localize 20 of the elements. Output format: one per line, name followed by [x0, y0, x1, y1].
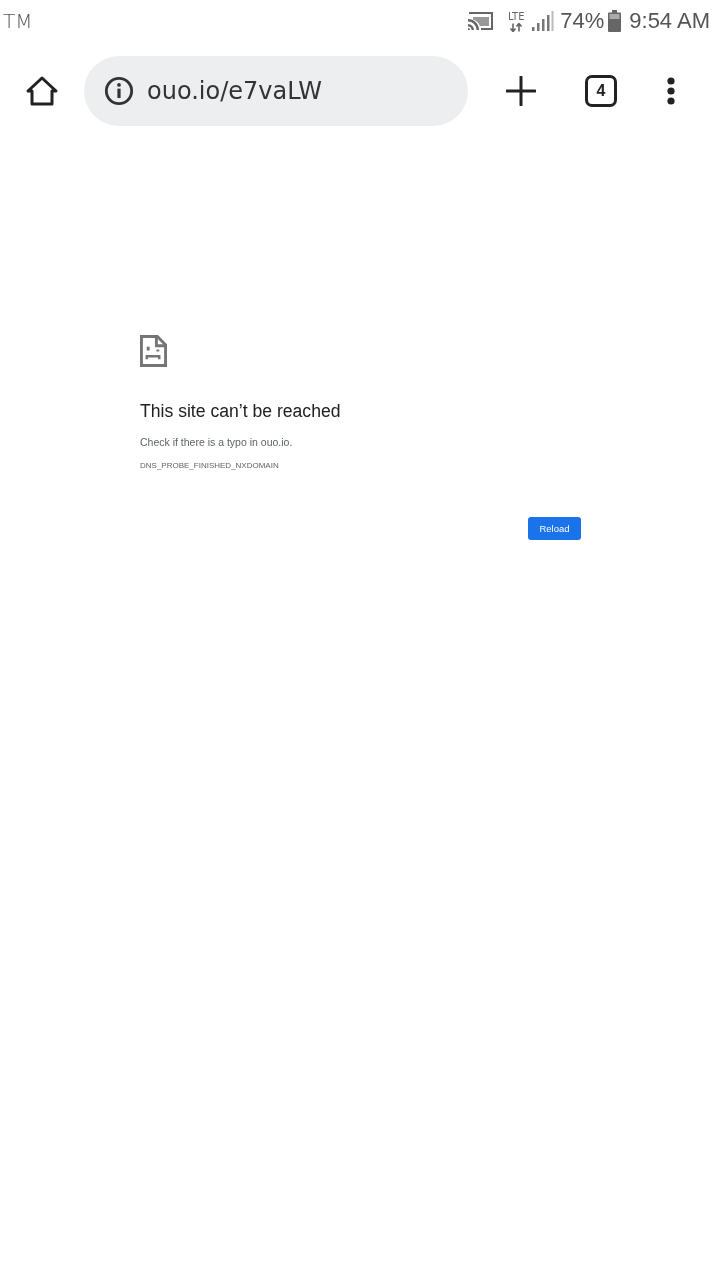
clock-time: 9:54 AM: [629, 8, 710, 34]
reload-button[interactable]: Reload: [528, 517, 581, 540]
address-bar[interactable]: ouo.io/e7vaLW: [84, 56, 468, 126]
error-message: Check if there is a typo in ouo.io.: [140, 435, 293, 449]
battery-icon: [608, 10, 622, 32]
sad-page-icon: [140, 335, 167, 367]
network-type: LTE: [507, 10, 525, 22]
home-icon[interactable]: [26, 75, 58, 107]
battery-percentage: 74%: [560, 8, 605, 34]
carrier-name: TM: [3, 9, 33, 33]
cast-icon: [467, 11, 496, 31]
data-arrows-icon: [509, 22, 524, 32]
tab-switcher-button[interactable]: 4: [585, 75, 617, 107]
error-code: DNS_PROBE_FINISHED_NXDOMAIN: [140, 461, 279, 471]
menu-icon[interactable]: [667, 77, 675, 105]
url-text: ouo.io/e7vaLW: [147, 77, 323, 105]
new-tab-icon[interactable]: [506, 76, 536, 106]
signal-icon: [531, 10, 555, 32]
info-icon[interactable]: [104, 76, 134, 106]
error-heading: This site can’t be reached: [140, 400, 341, 422]
